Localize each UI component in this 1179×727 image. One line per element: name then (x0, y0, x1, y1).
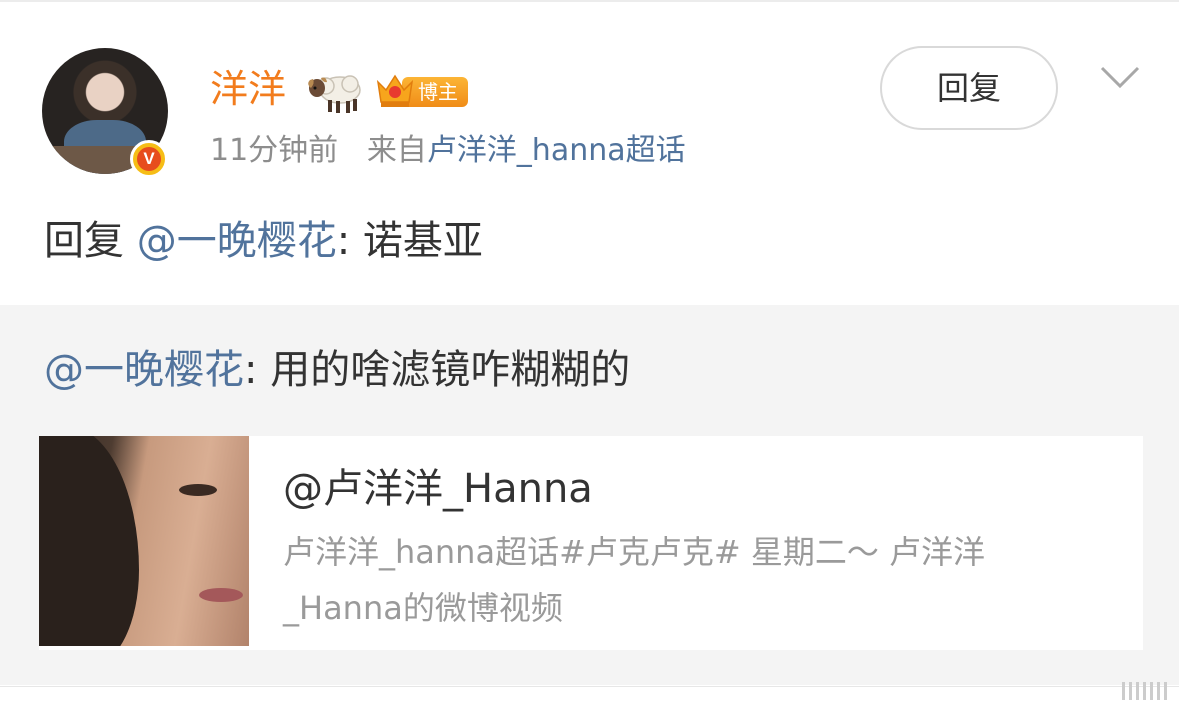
post-time: 11分钟前 (210, 133, 339, 168)
repost-text: @一晚樱花: 用的啥滤镜咋糊糊的 (44, 343, 630, 397)
bottom-divider (0, 686, 1179, 727)
video-card[interactable]: @卢洋洋_Hanna 卢洋洋_hanna超话#卢克卢克# 星期二～ 卢洋洋_Ha… (39, 436, 1143, 650)
repost-content: : 用的啥滤镜咋糊糊的 (244, 347, 631, 393)
thumbnail-hair (39, 436, 139, 646)
crown-icon (376, 74, 414, 107)
card-description: 卢洋洋_hanna超话#卢克卢克# 星期二～ 卢洋洋_Hanna的微博视频 (283, 533, 986, 627)
source-link[interactable]: 卢洋洋_hanna超话 (427, 133, 686, 168)
verified-mark: V (137, 147, 161, 171)
thumbnail-eye (179, 484, 217, 496)
post-meta: 11分钟前 来自卢洋洋_hanna超话 (210, 130, 686, 172)
reply-content: : 诺基亚 (336, 218, 483, 264)
card-title[interactable]: @卢洋洋_Hanna (283, 464, 593, 514)
blogger-badge: 博主 (374, 70, 468, 110)
thumbnail-lip (199, 588, 243, 602)
mention-link[interactable]: @一晚樱花 (137, 218, 337, 264)
username[interactable]: 洋洋 (210, 65, 286, 113)
post-text: 回复 @一晚樱花: 诺基亚 (44, 214, 483, 268)
source-prefix: 来自 (366, 133, 427, 168)
reply-prefix: 回复 (44, 218, 137, 264)
reply-button[interactable]: 回复 (880, 46, 1058, 130)
verified-badge-icon: V (130, 140, 168, 178)
repost-mention-link[interactable]: @一晚樱花 (44, 347, 244, 393)
weibo-post: V 洋洋 博主 11分钟前 来自卢洋洋_hanna超话 回复 回复 @一晚樱花:… (0, 0, 1179, 305)
repost-container: @一晚樱花: 用的啥滤镜咋糊糊的 @卢洋洋_Hanna 卢洋洋_hanna超话#… (0, 305, 1179, 685)
video-thumbnail[interactable] (39, 436, 249, 646)
watermark-icon (1122, 682, 1167, 700)
sheep-emoji-icon (308, 75, 361, 113)
chevron-down-icon[interactable] (1098, 62, 1142, 92)
